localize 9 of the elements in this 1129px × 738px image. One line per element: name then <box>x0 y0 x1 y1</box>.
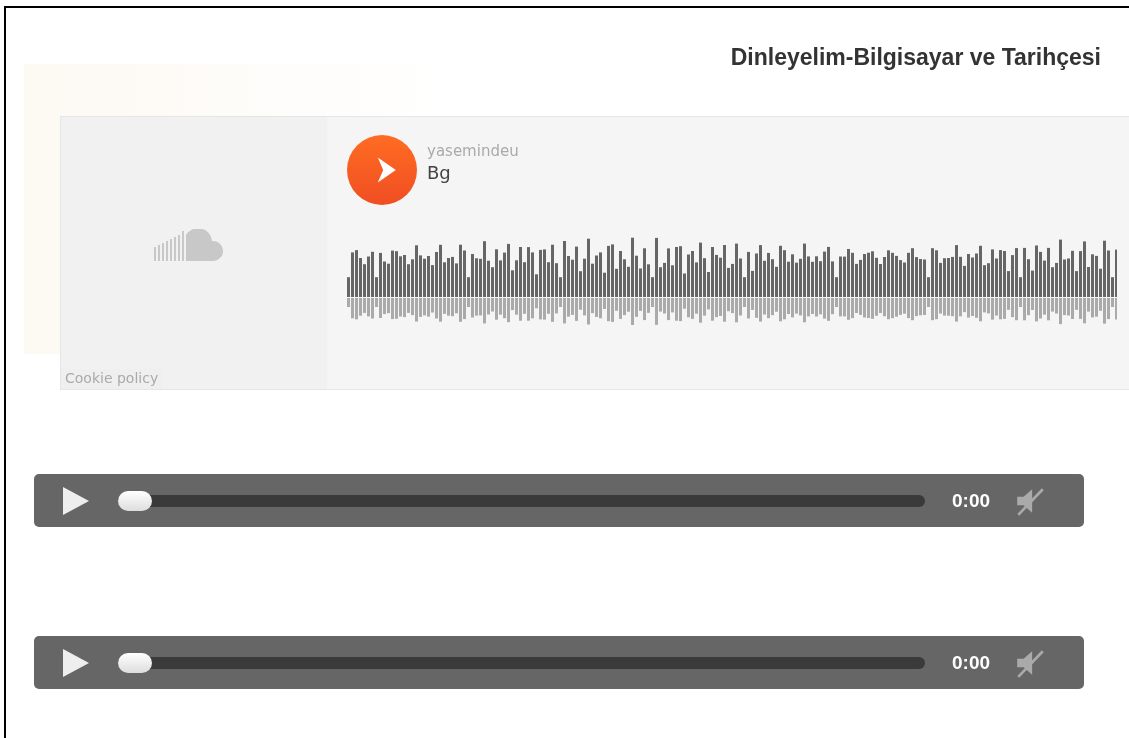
seek-thumb[interactable] <box>118 490 152 511</box>
page-title: Dinleyelim-Bilgisayar ve Tarihçesi <box>729 44 1102 72</box>
seek-thumb[interactable] <box>118 652 152 673</box>
play-button[interactable] <box>60 485 90 516</box>
time-label: 0:00 <box>952 651 991 674</box>
track-title[interactable]: Bg <box>427 162 519 183</box>
time-label: 0:00 <box>952 489 991 512</box>
play-button[interactable] <box>60 647 90 678</box>
username-link[interactable]: yasemindeu <box>427 142 519 160</box>
